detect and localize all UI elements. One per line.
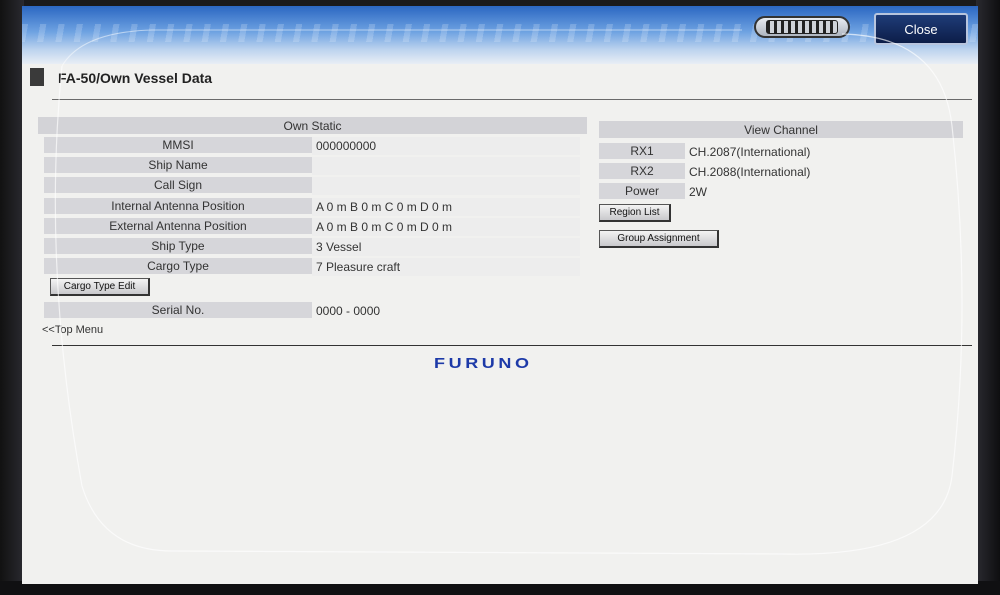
screen-bezel-left — [0, 0, 24, 595]
power-value: 2W — [689, 185, 707, 199]
call-sign-value[interactable] — [312, 177, 580, 195]
internal-antenna-value[interactable]: A 0 m B 0 m C 0 m D 0 m — [312, 198, 580, 216]
page-title: FA-50/Own Vessel Data — [58, 70, 213, 86]
mmsi-label: MMSI — [44, 137, 312, 155]
title-divider — [52, 99, 972, 100]
rx2-value: CH.2088(International) — [689, 165, 811, 179]
rx2-label: RX2 — [599, 163, 685, 181]
keyboard-button[interactable] — [754, 16, 850, 38]
view-channel-header: View Channel — [599, 121, 963, 138]
rx1-value: CH.2087(International) — [689, 145, 811, 159]
power-label: Power — [599, 183, 685, 201]
mmsi-value[interactable]: 000000000 — [312, 137, 580, 155]
screen-bezel-right — [976, 0, 1000, 595]
footer-divider — [52, 345, 972, 346]
cargo-type-label: Cargo Type — [44, 258, 312, 276]
top-menu-link[interactable]: <<Top Menu — [42, 324, 103, 336]
serial-no-value: 0000 - 0000 — [316, 304, 381, 318]
screen-glare-overlay — [54, 29, 963, 555]
window-marker — [30, 68, 44, 86]
ship-name-label: Ship Name — [44, 157, 312, 175]
furuno-logo: FURUNO — [434, 355, 533, 372]
keyboard-icon — [766, 20, 838, 34]
close-button[interactable]: Close — [874, 13, 968, 45]
group-assignment-button[interactable]: Group Assignment — [599, 230, 719, 248]
ship-name-value[interactable] — [312, 157, 580, 175]
rx1-label: RX1 — [599, 143, 685, 161]
own-static-header: Own Static — [38, 117, 587, 134]
call-sign-label: Call Sign — [44, 177, 312, 195]
external-antenna-value[interactable]: A 0 m B 0 m C 0 m D 0 m — [312, 218, 580, 236]
ship-type-value[interactable]: 3 Vessel — [312, 238, 580, 256]
serial-no-label: Serial No. — [44, 302, 312, 320]
cargo-type-value[interactable]: 7 Pleasure craft — [312, 258, 580, 276]
internal-antenna-label: Internal Antenna Position — [44, 198, 312, 216]
external-antenna-label: External Antenna Position — [44, 218, 312, 236]
region-list-button[interactable]: Region List — [599, 204, 671, 222]
cargo-type-edit-button[interactable]: Cargo Type Edit — [50, 278, 150, 296]
ship-type-label: Ship Type — [44, 238, 312, 256]
display-screen: Close FA-50/Own Vessel Data Own Static M… — [22, 6, 978, 584]
